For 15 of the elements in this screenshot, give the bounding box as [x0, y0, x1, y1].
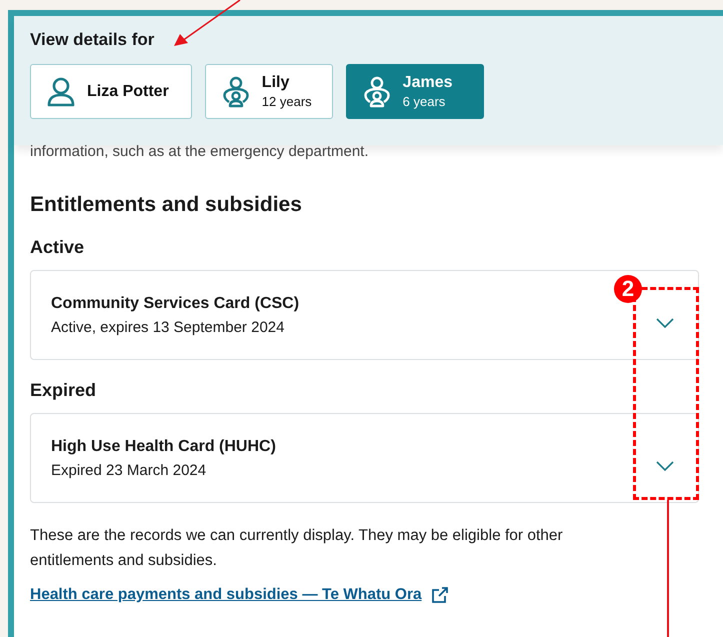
entitlement-card[interactable]: High Use Health Card (HUHC) Expired 23 March 2024: [30, 413, 699, 503]
info-text: These are the records we can currently display. They may be eligible for other entitlements and subsidies.: [30, 526, 564, 571]
group-heading: Expired: [30, 380, 98, 401]
group-heading: Active: [30, 237, 86, 258]
card-status: Expired 23 March 2024: [51, 462, 208, 478]
section-heading: Entitlements and subsidies: [30, 193, 303, 217]
body-text: information, such as at the emergency department.: [30, 145, 370, 159]
card-status: Active, expires 13 September 2024: [51, 318, 286, 336]
external-link[interactable]: Health care payments and subsidies — Te Whatu Ora: [30, 586, 422, 604]
section-title: View details for: [30, 30, 156, 50]
person-tab[interactable]: Lily 12 years: [204, 64, 333, 119]
person-tab[interactable]: James 6 years: [346, 64, 484, 119]
person-tab[interactable]: Liza Potter: [30, 64, 192, 119]
card-title: Community Services Card (CSC): [51, 294, 300, 312]
card-title: High Use Health Card (HUHC): [51, 438, 276, 456]
